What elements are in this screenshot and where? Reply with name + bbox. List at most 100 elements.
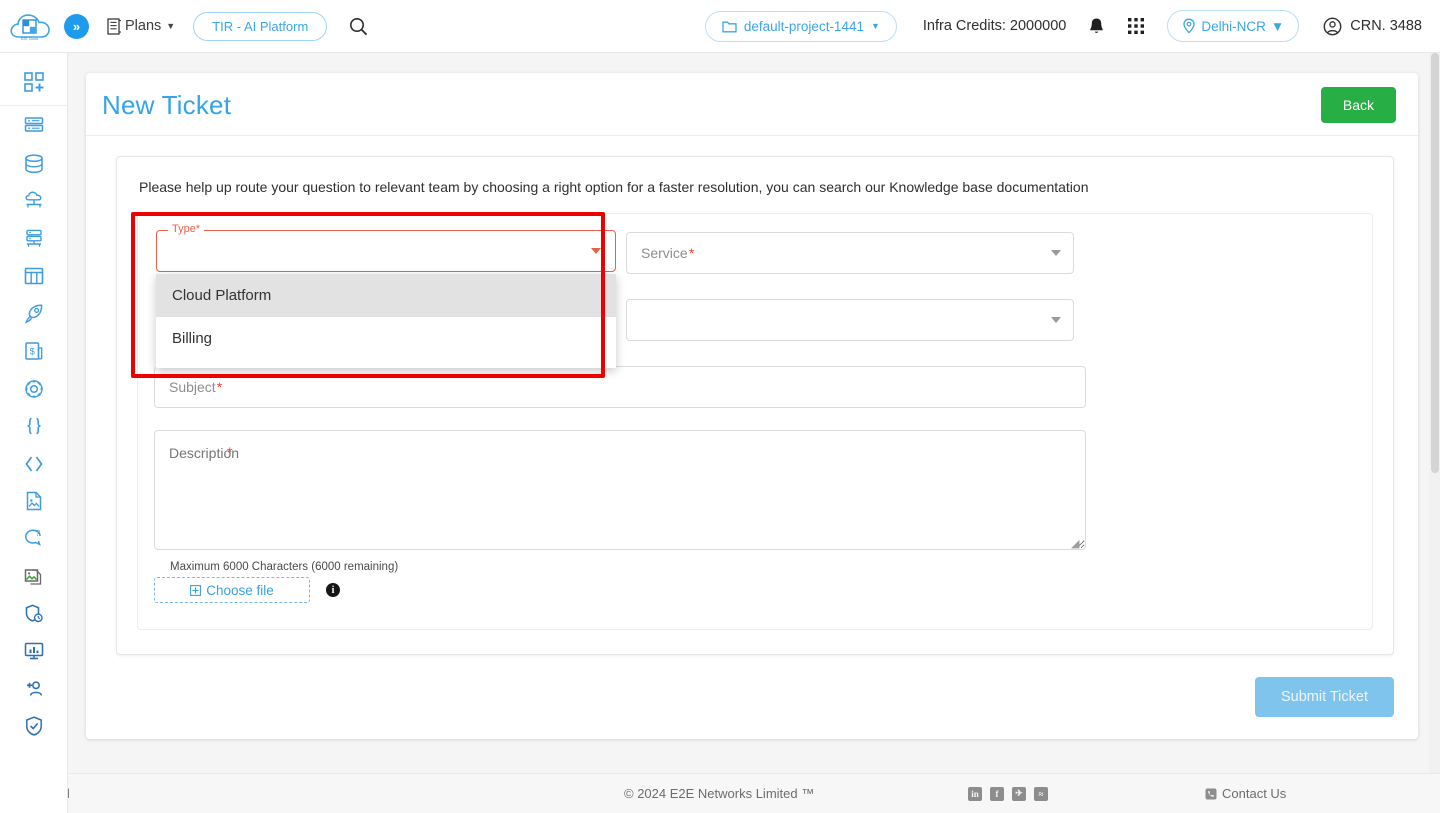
secondary-select-field[interactable] bbox=[626, 299, 1074, 341]
phone-icon bbox=[1205, 788, 1217, 799]
facebook-icon[interactable]: f bbox=[990, 786, 1004, 801]
sidebar-item-code[interactable] bbox=[0, 445, 68, 483]
app-root: E2E Cloud » Plans ▼ TIR - AI Platform de… bbox=[0, 0, 1440, 813]
twitter-icon[interactable]: ✈ bbox=[1012, 786, 1026, 801]
main-content: New Ticket Back Please help up route you… bbox=[68, 53, 1440, 773]
sidebar-item-launch[interactable] bbox=[0, 295, 68, 333]
sidebar-item-security-shield[interactable] bbox=[0, 595, 68, 633]
server-icon bbox=[24, 117, 43, 132]
page-scrollbar[interactable] bbox=[1429, 53, 1440, 773]
user-plus-icon bbox=[26, 681, 42, 696]
subject-field[interactable]: Subject* bbox=[154, 366, 1086, 408]
form-row-4: * ◢ bbox=[154, 430, 1350, 555]
location-pin-icon bbox=[1183, 18, 1196, 34]
svg-text:$: $ bbox=[29, 347, 34, 357]
picture-icon bbox=[24, 569, 41, 585]
ticket-form-card: Please help up route your question to re… bbox=[116, 156, 1394, 655]
page-footer: Legal © 2024 E2E Networks Limited ™ in f… bbox=[0, 773, 1440, 813]
linkedin-icon[interactable]: in bbox=[968, 786, 982, 801]
account-menu[interactable]: CRN. 3488 bbox=[1323, 17, 1422, 36]
footer-contact-us[interactable]: Contact Us bbox=[1205, 786, 1286, 801]
sidebar-item-documents[interactable] bbox=[0, 483, 68, 521]
top-header: E2E Cloud » Plans ▼ TIR - AI Platform de… bbox=[0, 0, 1440, 53]
chevron-down-icon: ▼ bbox=[870, 21, 880, 31]
char-counter: Maximum 6000 Characters (6000 remaining) bbox=[170, 561, 399, 573]
type-legend: Type* bbox=[168, 223, 205, 235]
info-circle-icon[interactable]: i bbox=[326, 583, 340, 597]
svg-text:?: ? bbox=[35, 528, 40, 538]
plans-label: Plans bbox=[125, 18, 162, 34]
rss-icon[interactable]: ≈ bbox=[1034, 786, 1048, 801]
braces-icon bbox=[26, 417, 41, 435]
region-label: Delhi-NCR bbox=[1201, 18, 1266, 34]
description-textarea[interactable] bbox=[154, 430, 1086, 550]
app-grid-icon[interactable] bbox=[1127, 17, 1145, 35]
dropdown-option-billing[interactable]: Billing bbox=[156, 317, 616, 360]
subject-input[interactable]: Subject* bbox=[154, 366, 1086, 408]
plus-square-icon bbox=[190, 584, 202, 596]
grid-plus-icon bbox=[23, 71, 44, 92]
type-select[interactable]: Type* bbox=[156, 223, 616, 272]
choose-file-button[interactable]: Choose file bbox=[154, 577, 310, 603]
gear-icon bbox=[24, 379, 43, 398]
page-header: New Ticket Back bbox=[86, 73, 1418, 136]
search-icon[interactable] bbox=[349, 17, 368, 36]
sidebar-divider bbox=[0, 104, 68, 106]
service-select[interactable]: Service* bbox=[626, 232, 1074, 274]
chevron-down-icon bbox=[1051, 317, 1061, 323]
dropdown-option-cloud-platform[interactable]: Cloud Platform bbox=[156, 274, 616, 317]
sidebar-item-bare-metal[interactable] bbox=[0, 220, 68, 258]
sidebar-item-protection[interactable] bbox=[0, 708, 68, 746]
sidebar-item-billing[interactable]: $ bbox=[0, 333, 68, 371]
form-row-3: Subject* bbox=[154, 366, 1350, 408]
sidebar-item-settings[interactable] bbox=[0, 370, 68, 408]
project-selector[interactable]: default-project-1441 ▼ bbox=[704, 10, 897, 42]
file-image-icon bbox=[26, 492, 41, 511]
chevron-down-icon bbox=[1051, 250, 1061, 256]
secondary-select[interactable] bbox=[626, 299, 1074, 341]
chat-question-icon: ? bbox=[24, 528, 41, 546]
user-circle-icon bbox=[1323, 17, 1342, 35]
description-field[interactable]: * ◢ bbox=[154, 430, 1086, 555]
scrollbar-thumb[interactable] bbox=[1431, 53, 1439, 473]
service-placeholder: Service* bbox=[641, 245, 695, 261]
back-button[interactable]: Back bbox=[1320, 87, 1396, 123]
contact-us-label: Contact Us bbox=[1222, 786, 1287, 801]
submit-row: Submit Ticket bbox=[86, 655, 1418, 717]
sidebar-item-dashboard-add[interactable] bbox=[0, 63, 68, 101]
ticket-form: Service* Subject* Description * ◢ Maximu… bbox=[137, 213, 1373, 630]
project-label: default-project-1441 bbox=[743, 18, 864, 34]
cloud-logo-icon: E2E Cloud bbox=[10, 14, 50, 41]
region-selector[interactable]: Delhi-NCR ▼ bbox=[1167, 10, 1300, 42]
left-sidebar: $ ? bbox=[0, 53, 68, 813]
attachment-row: Choose file i bbox=[154, 577, 1350, 603]
invoice-dollar-icon: $ bbox=[24, 342, 42, 360]
sidebar-item-cloud-network[interactable] bbox=[0, 183, 68, 221]
page-title: New Ticket bbox=[102, 89, 232, 120]
type-field[interactable]: Type* bbox=[156, 223, 616, 272]
sidebar-item-add-user[interactable] bbox=[0, 670, 68, 708]
brand-logo[interactable]: E2E Cloud bbox=[0, 7, 60, 45]
footer-copyright: © 2024 E2E Networks Limited ™ bbox=[624, 786, 815, 801]
sidebar-item-monitoring[interactable] bbox=[0, 633, 68, 671]
submit-ticket-button[interactable]: Submit Ticket bbox=[1254, 677, 1394, 717]
sidebar-expand-button[interactable]: » bbox=[64, 13, 89, 39]
angle-brackets-icon bbox=[24, 456, 43, 472]
monitor-chart-icon bbox=[24, 643, 43, 660]
tir-ai-platform-button[interactable]: TIR - AI Platform bbox=[193, 11, 328, 41]
sidebar-item-kubernetes[interactable] bbox=[0, 258, 68, 296]
service-field[interactable]: Service* bbox=[626, 232, 1074, 274]
sidebar-item-api[interactable] bbox=[0, 408, 68, 446]
type-dropdown-panel[interactable]: Cloud Platform Billing bbox=[156, 274, 616, 368]
infra-credits: Infra Credits: 2000000 bbox=[922, 18, 1067, 34]
sidebar-item-support[interactable]: ? bbox=[0, 520, 68, 558]
description-required-mark: * bbox=[227, 444, 233, 460]
notification-bell-icon[interactable] bbox=[1088, 17, 1105, 36]
sidebar-item-database[interactable] bbox=[0, 145, 68, 183]
sidebar-item-images[interactable] bbox=[0, 558, 68, 596]
list-icon bbox=[107, 17, 121, 35]
server-network-icon bbox=[25, 229, 42, 247]
sidebar-item-compute-nodes[interactable] bbox=[0, 108, 68, 146]
plans-menu[interactable]: Plans ▼ bbox=[107, 17, 175, 35]
rocket-icon bbox=[24, 304, 42, 324]
